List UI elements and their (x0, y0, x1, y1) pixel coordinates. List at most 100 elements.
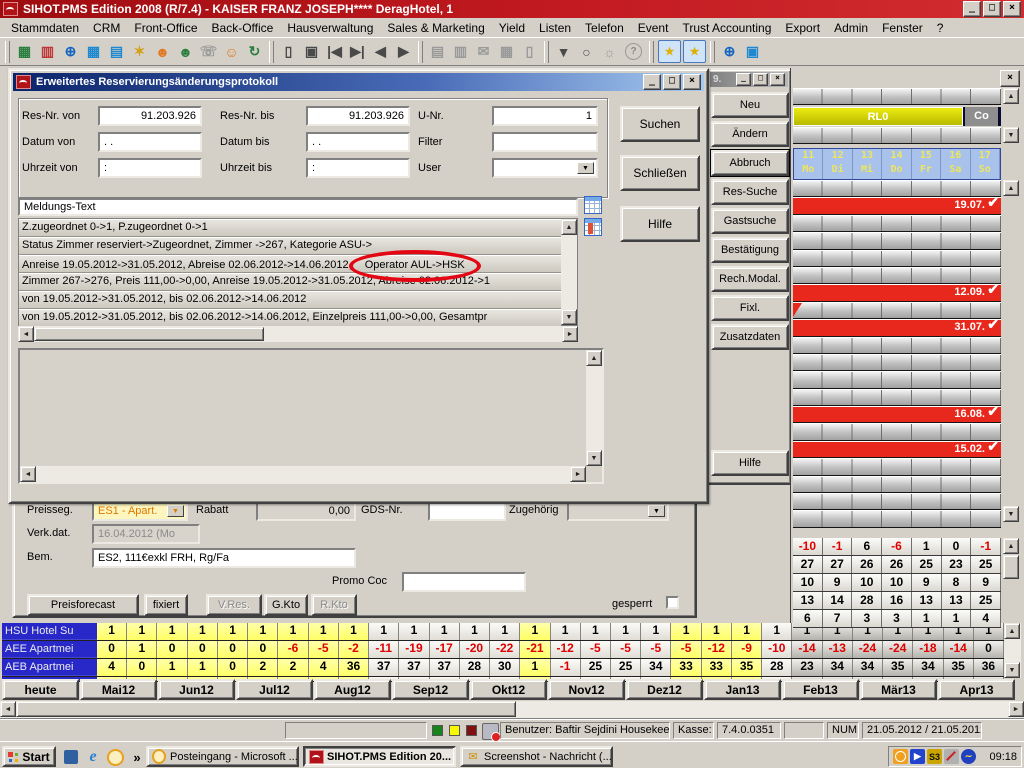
outlook-icon[interactable] (106, 748, 124, 766)
quicklaunch-app-icon[interactable] (62, 748, 80, 766)
tab-jan13[interactable]: Jan13 (704, 679, 781, 700)
bestätigung-button[interactable]: Bestätigung (711, 237, 789, 263)
promo-field[interactable] (402, 572, 526, 592)
room-row[interactable] (793, 337, 1001, 354)
zugehoerig-dropdown-icon[interactable]: ▼ (648, 505, 665, 517)
schliessen-button[interactable]: Schließen (620, 155, 700, 191)
table-filter-icon[interactable] (584, 218, 602, 236)
last-icon[interactable]: ▶| (347, 41, 368, 62)
reception-icon[interactable]: ☻ (175, 41, 196, 62)
reservation-bar[interactable]: 31.07.✔ (793, 320, 1001, 335)
g-kto-button[interactable]: G.Kto (264, 594, 308, 616)
scroll-down-icon[interactable]: ▼ (561, 309, 577, 325)
message-row[interactable]: Anreise 19.05.2012->31.05.2012, Abreise … (19, 255, 561, 273)
zusatzdaten-button[interactable]: Zusatzdaten (711, 324, 789, 350)
maximize-button[interactable]: □ (663, 74, 681, 90)
detail-textarea[interactable]: ▲ ▼ ◄ ► (18, 348, 604, 484)
dropdown-icon[interactable]: ▼ (577, 162, 594, 174)
menu-event[interactable]: Event (631, 19, 676, 37)
media-tray-icon[interactable]: ▶ (910, 749, 925, 764)
room-row[interactable] (793, 371, 1001, 388)
mail-icon[interactable]: ✉ (473, 41, 494, 62)
room-row[interactable]: 16.08.✔ (793, 406, 1001, 423)
message-row[interactable]: Z.zugeordnet 0->1, P.zugeordnet 0->1 (19, 219, 561, 237)
menu-back-office[interactable]: Back-Office (205, 19, 281, 37)
first-icon[interactable]: |◀ (324, 41, 345, 62)
window-icon[interactable]: ▣ (742, 41, 763, 62)
preisseg-dropdown-icon[interactable]: ▼ (167, 505, 184, 517)
room-row[interactable] (793, 423, 1001, 440)
tab-okt12[interactable]: Okt12 (470, 679, 547, 700)
new-doc-icon[interactable]: ▯ (278, 41, 299, 62)
maximize-button[interactable]: □ (753, 73, 768, 86)
message-list-hscrollbar[interactable]: ◄ ► (18, 326, 578, 342)
message-row[interactable]: Status Zimmer reserviert->Zugeordnet, Zi… (19, 237, 561, 255)
favorite-window-2-icon[interactable]: ★ (683, 40, 706, 63)
u-nr--field[interactable]: 1 (492, 106, 598, 126)
tab-mär13[interactable]: Mär13 (860, 679, 937, 700)
reminder-tray-icon[interactable] (893, 749, 908, 764)
prev-icon[interactable]: ◀ (370, 41, 391, 62)
hilfe-button[interactable]: Hilfe (711, 450, 789, 476)
rl0-bar[interactable]: RL0 (793, 107, 963, 126)
filter-field[interactable] (492, 132, 598, 152)
rabatt-field[interactable]: 0,00 (256, 501, 356, 521)
globe-check-icon[interactable]: ⊕ (60, 41, 81, 62)
modem-tray-icon[interactable]: ∼ (961, 749, 976, 764)
scroll-down-icon[interactable]: ▼ (586, 450, 602, 466)
menu-yield[interactable]: Yield (492, 19, 532, 37)
menu-telefon[interactable]: Telefon (578, 19, 631, 37)
guests-icon[interactable]: ☻ (152, 41, 173, 62)
minimize-button[interactable]: _ (736, 73, 751, 86)
tab-dez12[interactable]: Dez12 (626, 679, 703, 700)
calendar-icon[interactable]: ▦ (83, 41, 104, 62)
res-nr-von-field[interactable]: 91.203.926 (98, 106, 202, 126)
kasse-icon[interactable]: ▥ (37, 41, 58, 62)
room-row[interactable] (793, 302, 1001, 319)
room-row[interactable]: 15.02.✔ (793, 441, 1001, 458)
filter-icon[interactable]: ▼ (553, 41, 574, 62)
preisforecast-button[interactable]: Preisforecast (27, 594, 139, 616)
tab-jul12[interactable]: Jul12 (236, 679, 313, 700)
datum-von-field[interactable]: . . (98, 132, 202, 152)
hotel-icon[interactable]: ▦ (14, 41, 35, 62)
ie-icon[interactable]: e (84, 748, 102, 766)
room-row[interactable] (793, 510, 1001, 527)
scroll-up-icon[interactable]: ▲ (1004, 623, 1020, 639)
chevron-more-icon[interactable]: » (128, 748, 146, 766)
vscroll-thumb[interactable] (1003, 555, 1019, 579)
hscroll-thumb[interactable] (34, 327, 264, 341)
neu-button[interactable]: Neu (711, 92, 789, 118)
task-sihot[interactable]: SIHOT.PMS Edition 20... (303, 746, 456, 767)
menu-export[interactable]: Export (778, 19, 827, 37)
scroll-up-icon[interactable]: ▲ (1003, 180, 1019, 196)
favorite-window-1-icon[interactable]: ★ (658, 40, 681, 63)
mute-tray-icon[interactable] (944, 749, 959, 764)
gastsuche-button[interactable]: Gastsuche (711, 208, 789, 234)
s3-tray-icon[interactable]: S3 (927, 749, 942, 764)
preisseg-field[interactable]: ES1 - Apart.▼ (92, 501, 188, 521)
refresh-icon[interactable]: ↻ (244, 41, 265, 62)
scroll-left-icon[interactable]: ◄ (0, 701, 16, 717)
res-nr-bis-field[interactable]: 91.203.926 (306, 106, 410, 126)
globe-icon[interactable]: ⊕ (719, 41, 740, 62)
start-button[interactable]: Start (2, 746, 56, 767)
scroll-up-icon[interactable]: ▲ (1003, 88, 1019, 104)
abbruch-button[interactable]: Abbruch (711, 150, 789, 176)
scroll-up-icon[interactable]: ▲ (561, 219, 577, 235)
help-icon[interactable]: ? (625, 43, 642, 60)
save-icon[interactable]: ▣ (301, 41, 322, 62)
key-icon[interactable]: ✶ (129, 41, 150, 62)
close-button[interactable]: × (770, 73, 785, 86)
print-icon[interactable]: ▦ (496, 41, 517, 62)
tab-jun12[interactable]: Jun12 (158, 679, 235, 700)
room-table-icon[interactable]: ▤ (106, 41, 127, 62)
reservation-bar[interactable]: 16.08.✔ (793, 407, 1001, 422)
tab-feb13[interactable]: Feb13 (782, 679, 859, 700)
hscroll-thumb[interactable] (16, 701, 516, 717)
menu-crm[interactable]: CRM (86, 19, 127, 37)
menu-listen[interactable]: Listen (532, 19, 578, 37)
room-row[interactable] (793, 180, 1001, 197)
message-list-vscrollbar[interactable]: ▲ ▼ (561, 219, 577, 325)
page-icon[interactable]: ▯ (519, 41, 540, 62)
